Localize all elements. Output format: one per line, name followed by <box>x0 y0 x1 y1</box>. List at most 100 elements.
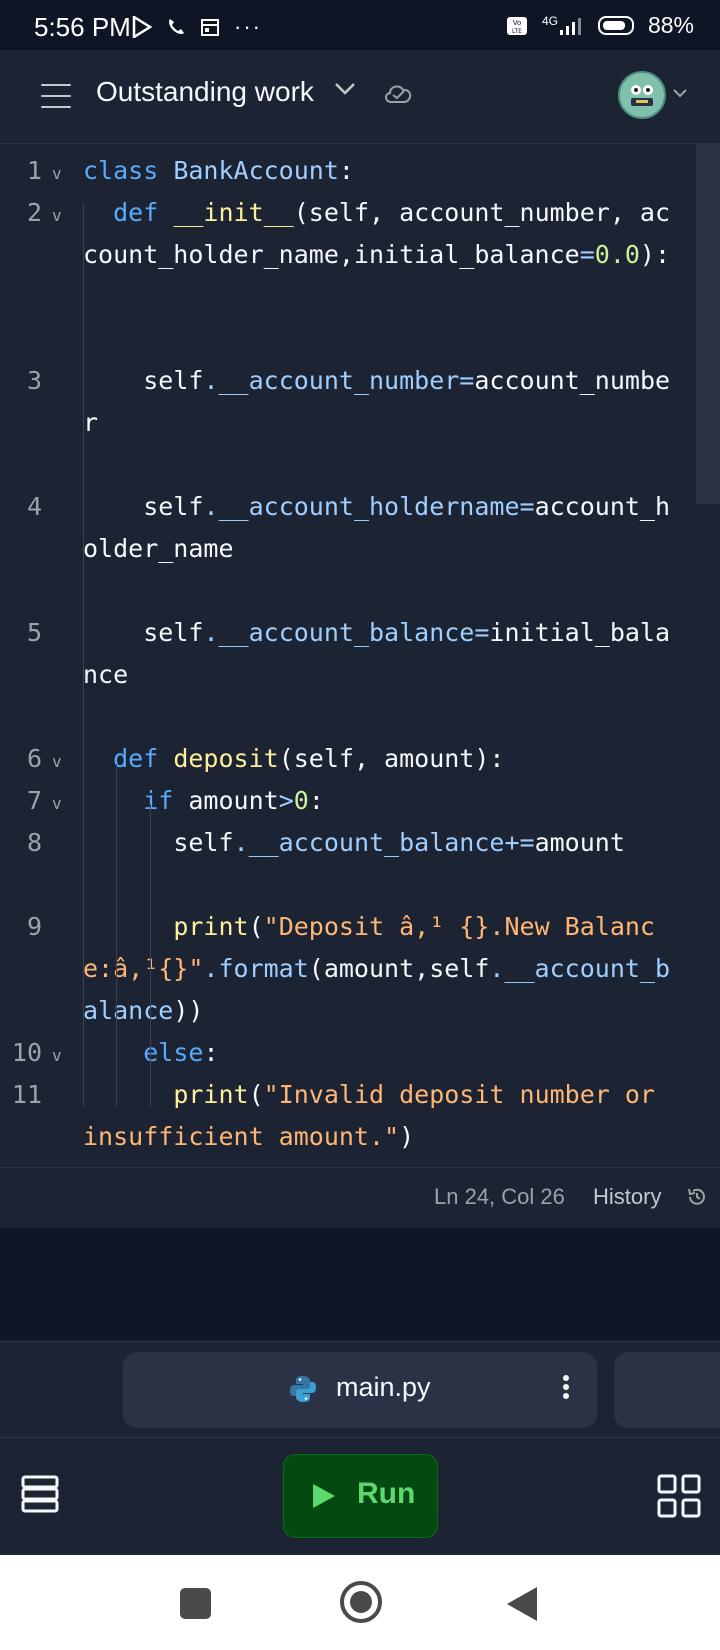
code-text[interactable]: else: <box>83 1032 683 1074</box>
cloud-check-icon[interactable] <box>383 82 413 104</box>
code-token: (amount,self <box>308 954 490 983</box>
run-label: Run <box>357 1477 416 1510</box>
home-button[interactable] <box>339 1580 383 1624</box>
code-token: .__account_balance+= <box>233 828 535 857</box>
line-number-text: 1 <box>26 156 42 185</box>
fold-chevron-icon[interactable]: v <box>52 153 62 195</box>
phone-icon <box>169 19 184 34</box>
play-icon <box>313 1484 335 1508</box>
history-icon[interactable] <box>686 1186 708 1208</box>
code-token: .__account_holdername= <box>203 492 535 521</box>
line-number: 11 <box>0 1074 70 1116</box>
signal-icon <box>559 17 581 35</box>
battery-percent: 88% <box>647 12 694 38</box>
indent-guide <box>150 804 151 1107</box>
line-number: 7v <box>0 780 70 822</box>
volte-icon: VoLTE <box>506 16 527 35</box>
line-number: 3 <box>0 360 70 402</box>
code-token: self <box>83 828 234 857</box>
next-file-tab[interactable] <box>614 1352 720 1428</box>
code-text[interactable]: print("Deposit â,¹ {}.New Balance:â,¹{}"… <box>83 906 683 1032</box>
code-token: print <box>83 912 249 941</box>
code-token: .__account_balance= <box>203 618 490 647</box>
fold-chevron-icon[interactable]: v <box>52 195 62 237</box>
fold-chevron-icon[interactable]: v <box>52 783 62 825</box>
editor-scrollbar[interactable] <box>696 144 720 504</box>
more-options-icon[interactable] <box>562 1374 570 1400</box>
run-button[interactable]: Run <box>283 1454 438 1538</box>
code-token: = <box>579 240 595 269</box>
code-token: ( <box>248 912 264 941</box>
account-chevron-icon[interactable] <box>672 88 688 98</box>
code-token: > <box>278 786 294 815</box>
indent-guide <box>83 204 84 1107</box>
code-token: self <box>83 366 204 395</box>
fold-chevron-icon[interactable]: v <box>52 741 62 783</box>
code-token: class <box>83 156 174 185</box>
history-button[interactable]: History <box>593 1184 661 1210</box>
tools-stack-icon[interactable] <box>20 1474 60 1514</box>
user-avatar[interactable] <box>618 71 666 119</box>
code-token: .format <box>203 954 309 983</box>
svg-text:Vo: Vo <box>513 19 522 27</box>
play-store-icon <box>132 16 152 38</box>
code-token: amount <box>534 828 625 857</box>
line-number-text: 2 <box>26 198 42 227</box>
code-text[interactable]: class BankAccount: <box>83 150 683 192</box>
code-text[interactable]: self.__account_number=account_number <box>83 360 683 444</box>
code-token: : <box>203 1038 219 1067</box>
indent-guide <box>116 764 117 1107</box>
code-text[interactable]: def deposit(self, amount): <box>83 738 683 780</box>
code-text[interactable]: def __init__(self, account_number, accou… <box>83 192 683 276</box>
code-token: print <box>83 1080 249 1109</box>
python-icon <box>290 1376 316 1402</box>
line-number-text: 11 <box>11 1080 42 1109</box>
hamburger-menu-icon[interactable] <box>41 84 71 117</box>
code-token: : <box>308 786 324 815</box>
code-token: )) <box>173 996 204 1025</box>
code-token: .__account_number= <box>203 366 475 395</box>
chevron-down-icon[interactable] <box>334 82 356 96</box>
code-token: if <box>83 786 189 815</box>
recents-button[interactable] <box>180 1588 211 1619</box>
line-number-text: 10 <box>11 1038 42 1067</box>
apps-grid-icon[interactable] <box>657 1474 701 1518</box>
line-number-text: 6 <box>26 744 42 773</box>
code-token: ( <box>248 1080 264 1109</box>
repl-title[interactable]: Outstanding work <box>96 76 314 108</box>
code-token: ): <box>639 240 671 269</box>
line-number-text: 3 <box>26 366 42 395</box>
fold-chevron-icon[interactable]: v <box>52 1035 62 1077</box>
network-type: 4G <box>541 13 558 28</box>
more-notifications-icon: ··· <box>234 14 262 39</box>
code-editor[interactable]: 1 v class BankAccount: 2 v def __init__(self… <box>0 144 720 1167</box>
battery-icon <box>597 16 634 35</box>
line-number: 4 <box>0 486 70 528</box>
code-token: deposit <box>173 744 279 773</box>
line-number: 1v <box>0 150 70 192</box>
svg-text:LTE: LTE <box>512 28 522 35</box>
file-tab-label[interactable]: main.py <box>336 1372 431 1403</box>
code-text[interactable]: self.__account_balance+=amount <box>83 822 683 864</box>
code-token: ) <box>399 1122 415 1151</box>
code-token: __init__ <box>173 198 294 227</box>
code-token: : <box>338 156 354 185</box>
calendar-icon <box>201 19 219 36</box>
code-token: (self, amount): <box>278 744 505 773</box>
code-token: else <box>83 1038 204 1067</box>
line-number: 5 <box>0 612 70 654</box>
code-token: amount <box>188 786 279 815</box>
cursor-position[interactable]: Ln 24, Col 26 <box>434 1184 565 1210</box>
code-token: self <box>83 492 204 521</box>
code-text[interactable]: if amount>0: <box>83 780 683 822</box>
code-text[interactable]: print("Invalid deposit number or insuffi… <box>83 1074 683 1158</box>
line-number: 8 <box>0 822 70 864</box>
back-button[interactable] <box>505 1585 539 1623</box>
code-token: def <box>83 198 174 227</box>
code-text[interactable]: self.__account_holdername=account_holder… <box>83 486 683 570</box>
code-token: self <box>83 618 204 647</box>
code-token: BankAccount <box>173 156 339 185</box>
code-text[interactable]: self.__account_balance=initial_balance <box>83 612 683 696</box>
line-number: 2v <box>0 192 70 234</box>
line-number-text: 5 <box>26 618 42 647</box>
